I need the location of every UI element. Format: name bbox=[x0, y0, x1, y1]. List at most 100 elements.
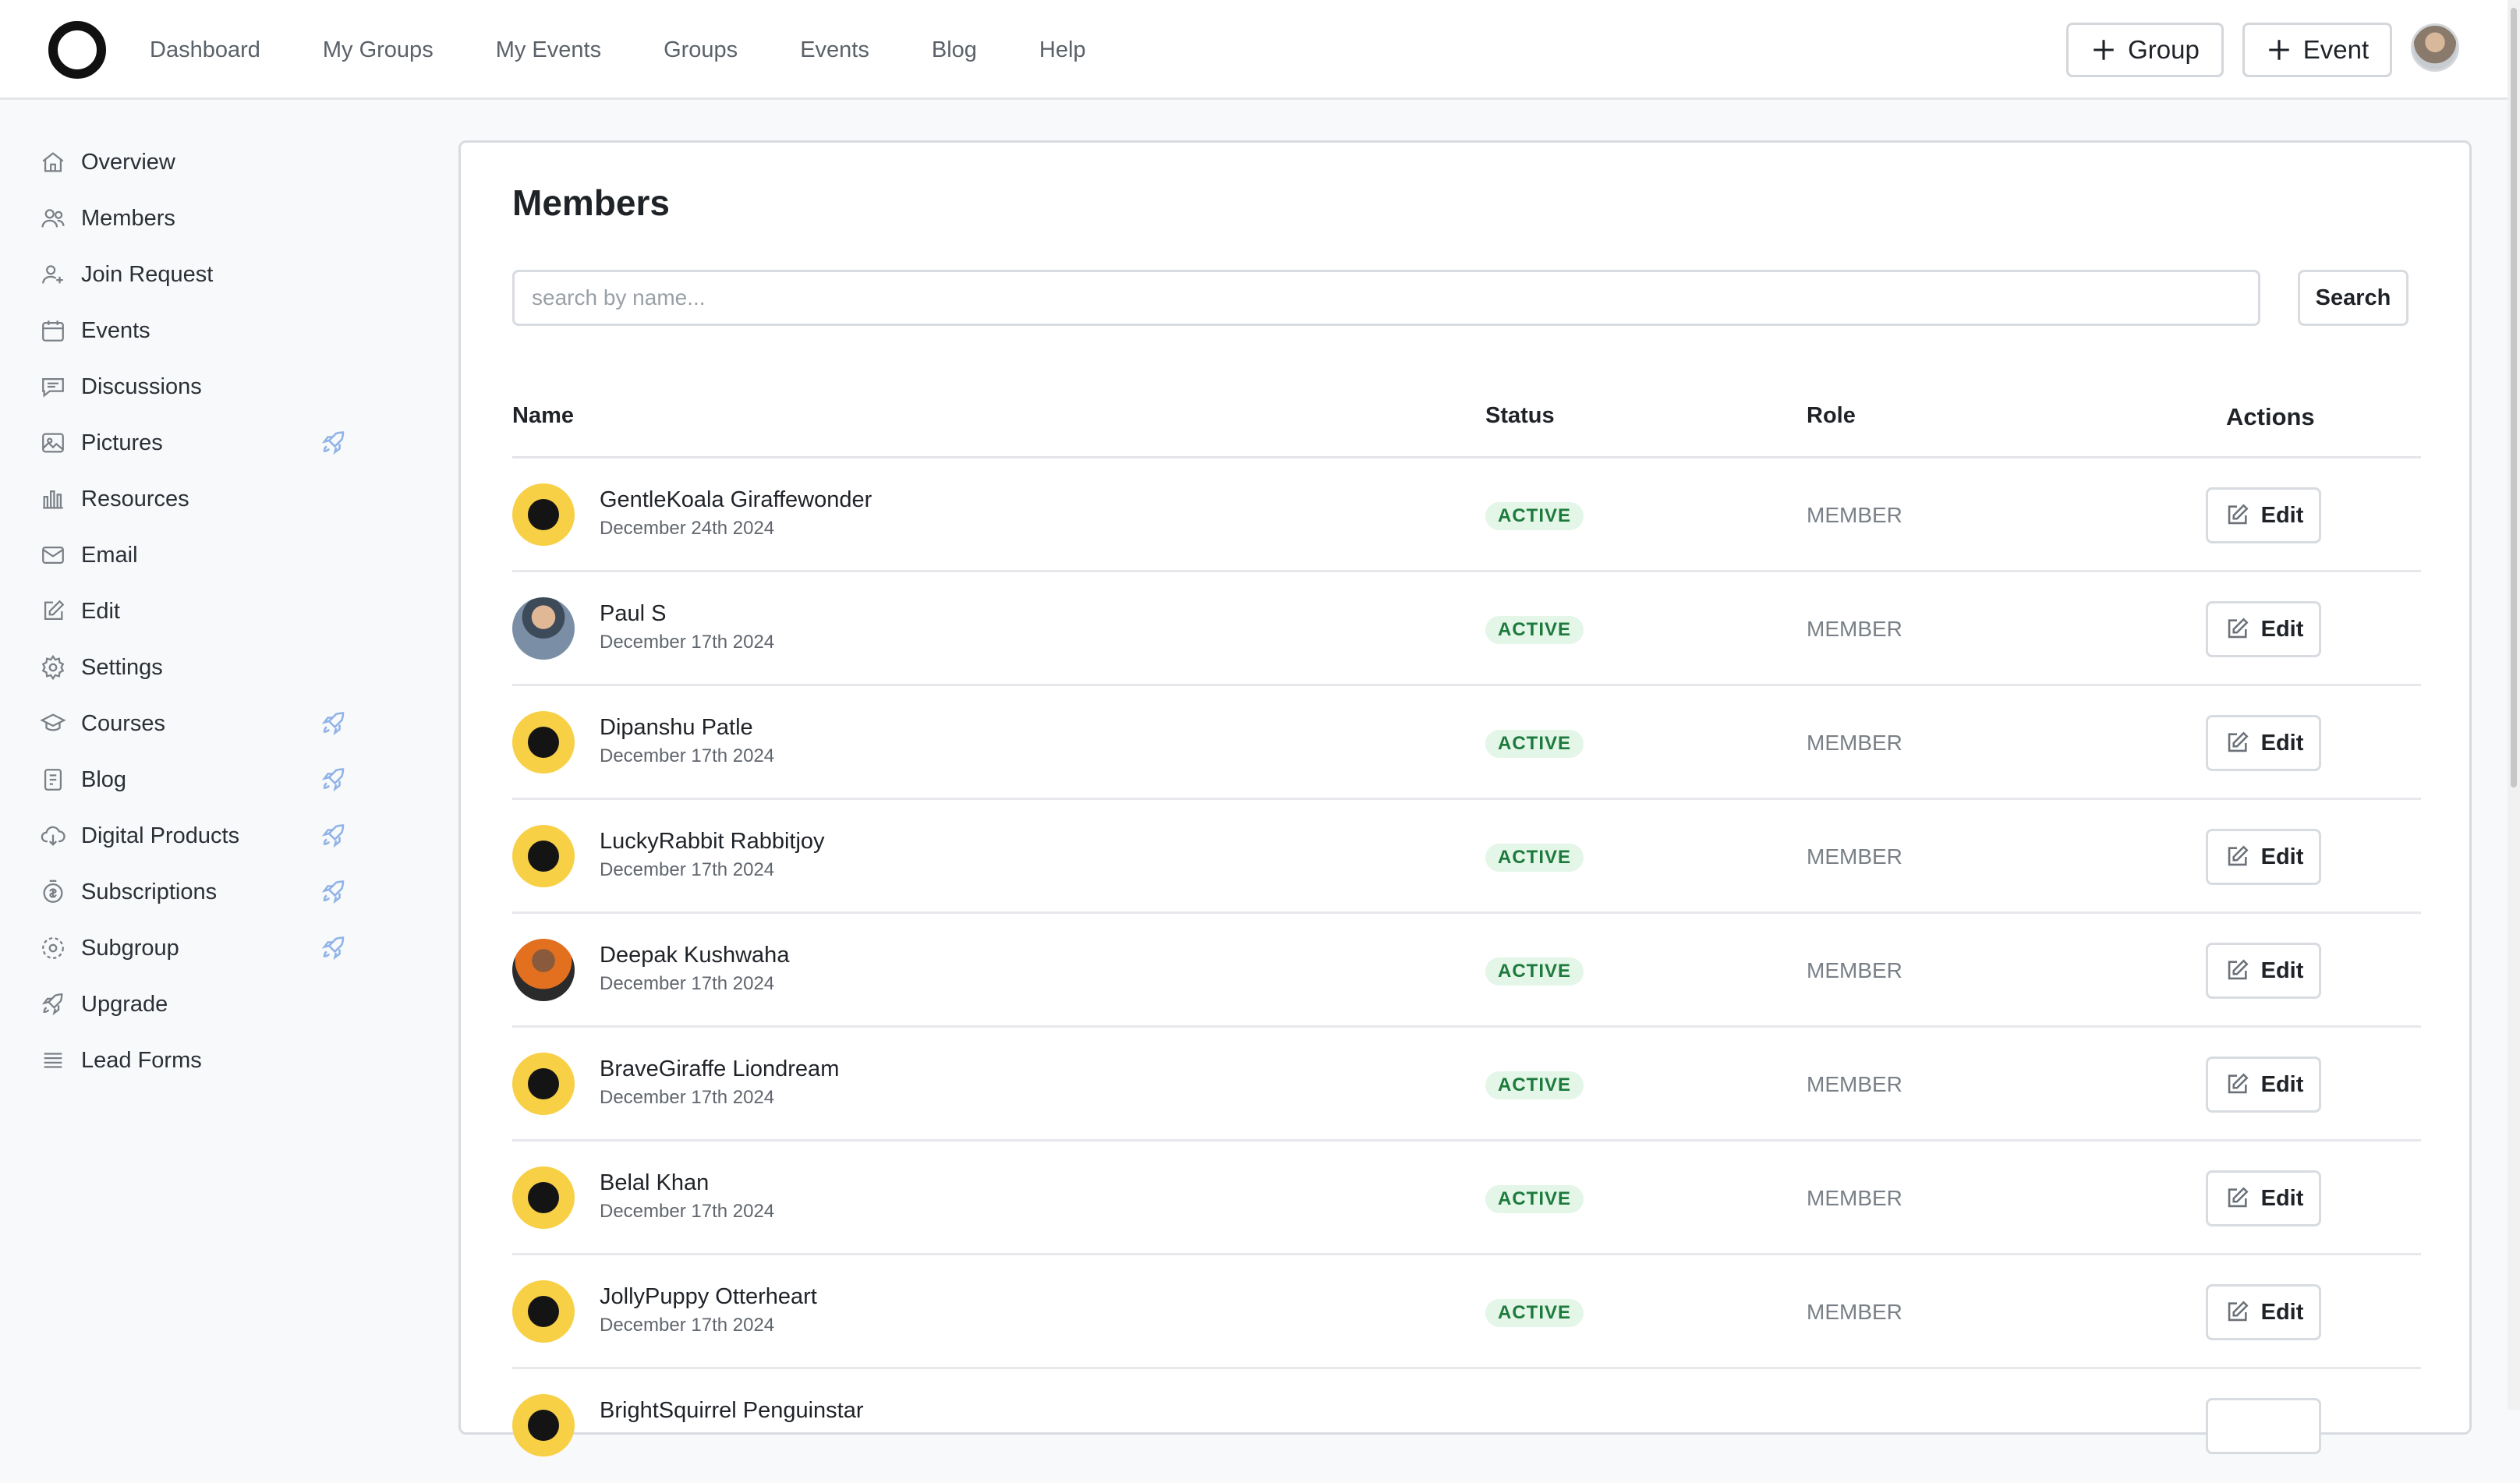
nav-events[interactable]: Events bbox=[800, 37, 869, 63]
nav-groups[interactable]: Groups bbox=[664, 37, 738, 63]
sidebar-item-label: Subgroup bbox=[81, 935, 179, 961]
edit-button[interactable]: Edit bbox=[2206, 943, 2321, 999]
member-name[interactable]: LuckyRabbit Rabbitjoy bbox=[600, 829, 825, 855]
edit-label: Edit bbox=[2260, 957, 2304, 983]
users-icon bbox=[37, 203, 69, 234]
scrollbar-thumb[interactable] bbox=[2511, 8, 2517, 788]
subgroup-icon bbox=[37, 933, 69, 964]
member-role: MEMBER bbox=[1807, 617, 1902, 641]
nav-help[interactable]: Help bbox=[1039, 37, 1086, 63]
sidebar-item-lead-forms[interactable]: Lead Forms bbox=[37, 1037, 349, 1084]
rocket-icon bbox=[37, 989, 69, 1020]
sidebar-item-events[interactable]: Events bbox=[37, 307, 349, 354]
download-cloud-icon bbox=[37, 820, 69, 851]
search-input[interactable] bbox=[512, 270, 2260, 326]
user-avatar[interactable] bbox=[2411, 23, 2459, 72]
sidebar-item-courses[interactable]: Courses bbox=[37, 700, 349, 747]
subscription-icon bbox=[37, 876, 69, 908]
sidebar-item-email[interactable]: Email bbox=[37, 532, 349, 579]
sidebar-item-members[interactable]: Members bbox=[37, 195, 349, 242]
edit-button[interactable]: Edit bbox=[2206, 1284, 2321, 1340]
member-role: MEMBER bbox=[1807, 503, 1902, 527]
member-name[interactable]: Paul S bbox=[600, 601, 666, 627]
sidebar-item-blog[interactable]: Blog bbox=[37, 756, 349, 803]
rocket-icon bbox=[321, 880, 345, 904]
sidebar-item-label: Lead Forms bbox=[81, 1047, 202, 1073]
edit-icon bbox=[2228, 731, 2249, 752]
sidebar-item-label: Edit bbox=[81, 598, 120, 624]
edit-label: Edit bbox=[2260, 502, 2304, 528]
table-row: GentleKoala Giraffewonder December 24th … bbox=[512, 458, 2421, 572]
create-event-button[interactable]: Event bbox=[2242, 23, 2392, 77]
nav-my-events[interactable]: My Events bbox=[496, 37, 601, 63]
edit-icon bbox=[2228, 959, 2249, 980]
edit-icon bbox=[2228, 845, 2249, 866]
search-button[interactable]: Search bbox=[2298, 270, 2409, 326]
plus-icon bbox=[2269, 40, 2289, 60]
sidebar-item-edit[interactable]: Edit bbox=[37, 588, 349, 635]
rocket-icon bbox=[321, 431, 345, 455]
logo-icon[interactable] bbox=[48, 21, 106, 79]
sidebar-item-label: Blog bbox=[81, 766, 127, 792]
sidebar-item-digital-products[interactable]: Digital Products bbox=[37, 812, 349, 859]
sidebar-item-subgroup[interactable]: Subgroup bbox=[37, 925, 349, 972]
table-row: Deepak Kushwaha December 17th 2024 ACTIV… bbox=[512, 914, 2421, 1028]
status-badge: ACTIVE bbox=[1485, 730, 1584, 758]
avatar bbox=[512, 483, 575, 546]
member-name[interactable]: BraveGiraffe Liondream bbox=[600, 1057, 839, 1082]
sidebar-item-discussions[interactable]: Discussions bbox=[37, 363, 349, 410]
page-title: Members bbox=[512, 182, 670, 223]
library-icon bbox=[37, 483, 69, 515]
create-group-button[interactable]: Group bbox=[2066, 23, 2224, 77]
member-name[interactable]: Belal Khan bbox=[600, 1170, 709, 1196]
column-header-name: Name bbox=[512, 403, 574, 428]
sidebar-item-label: Discussions bbox=[81, 373, 202, 399]
sidebar-item-label: Pictures bbox=[81, 430, 163, 455]
edit-button[interactable]: Edit bbox=[2206, 715, 2321, 771]
nav-my-groups[interactable]: My Groups bbox=[323, 37, 434, 63]
member-name[interactable]: GentleKoala Giraffewonder bbox=[600, 487, 872, 513]
nav-dashboard[interactable]: Dashboard bbox=[150, 37, 260, 63]
edit-button[interactable]: Edit bbox=[2206, 487, 2321, 543]
create-event-label: Event bbox=[2302, 35, 2370, 64]
status-badge: ACTIVE bbox=[1485, 616, 1584, 644]
edit-icon bbox=[2228, 618, 2249, 639]
sidebar-item-pictures[interactable]: Pictures bbox=[37, 419, 349, 466]
table-row: BrightSquirrel Penguinstar bbox=[512, 1369, 2421, 1483]
rocket-icon bbox=[321, 768, 345, 792]
status-badge: ACTIVE bbox=[1485, 1185, 1584, 1213]
edit-button[interactable]: Edit bbox=[2206, 1057, 2321, 1113]
edit-button[interactable] bbox=[2206, 1398, 2321, 1454]
member-joined-date: December 17th 2024 bbox=[600, 745, 775, 766]
member-name[interactable]: JollyPuppy Otterheart bbox=[600, 1284, 817, 1310]
edit-button[interactable]: Edit bbox=[2206, 829, 2321, 885]
avatar bbox=[512, 939, 575, 1001]
member-name[interactable]: Deepak Kushwaha bbox=[600, 943, 789, 968]
member-name[interactable]: BrightSquirrel Penguinstar bbox=[600, 1398, 864, 1424]
edit-button[interactable]: Edit bbox=[2206, 601, 2321, 657]
sidebar-item-subscriptions[interactable]: Subscriptions bbox=[37, 869, 349, 915]
nav-blog[interactable]: Blog bbox=[932, 37, 977, 63]
sidebar-item-label: Overview bbox=[81, 149, 175, 175]
sidebar-item-resources[interactable]: Resources bbox=[37, 476, 349, 522]
edit-icon bbox=[2228, 504, 2249, 525]
edit-label: Edit bbox=[2260, 1071, 2304, 1097]
blog-icon bbox=[37, 764, 69, 795]
member-role: MEMBER bbox=[1807, 1300, 1902, 1324]
sidebar-item-overview[interactable]: Overview bbox=[37, 139, 349, 186]
plus-icon bbox=[2094, 40, 2114, 60]
member-joined-date: December 24th 2024 bbox=[600, 518, 775, 539]
sidebar-item-label: Events bbox=[81, 317, 150, 343]
calendar-icon bbox=[37, 315, 69, 346]
table-row: Dipanshu Patle December 17th 2024 ACTIVE… bbox=[512, 686, 2421, 800]
avatar bbox=[512, 597, 575, 660]
sidebar-item-upgrade[interactable]: Upgrade bbox=[37, 981, 349, 1028]
sidebar-item-join-request[interactable]: Join Request bbox=[37, 251, 349, 298]
graduation-cap-icon bbox=[37, 708, 69, 739]
sidebar-item-label: Members bbox=[81, 205, 175, 231]
member-joined-date: December 17th 2024 bbox=[600, 1201, 775, 1222]
sidebar-item-settings[interactable]: Settings bbox=[37, 644, 349, 691]
edit-icon bbox=[2228, 1073, 2249, 1094]
edit-button[interactable]: Edit bbox=[2206, 1170, 2321, 1226]
member-name[interactable]: Dipanshu Patle bbox=[600, 715, 753, 741]
